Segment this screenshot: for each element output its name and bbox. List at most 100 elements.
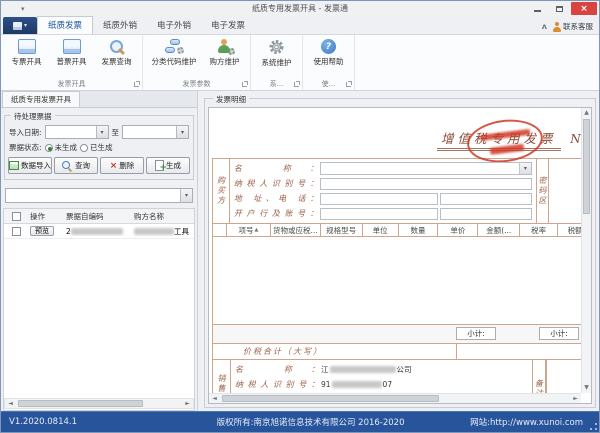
- header-tax-rate[interactable]: 税率: [520, 224, 558, 236]
- buyer-address-input[interactable]: [320, 193, 438, 205]
- row-checkbox[interactable]: [12, 227, 21, 236]
- header-amount[interactable]: 金额(...: [478, 224, 520, 236]
- tab-paper-invoice[interactable]: 纸质发票: [37, 16, 93, 34]
- maximize-button[interactable]: [549, 2, 570, 15]
- header-spec[interactable]: 规格型号: [321, 224, 363, 236]
- invoice-detail-groupbox: 发票明细 增值税专用发票 No 购买方: [204, 98, 596, 408]
- version-label: V1.2020.0814.1: [1, 417, 151, 427]
- redacted-text: [330, 366, 396, 373]
- chevron-down-icon: ▾: [24, 22, 27, 29]
- seller-name-value: 江公司: [321, 364, 412, 375]
- dialog-launcher-icon[interactable]: [294, 82, 299, 87]
- buyer-taxid-input[interactable]: [320, 178, 532, 190]
- close-button[interactable]: ×: [571, 2, 597, 15]
- scroll-down-icon[interactable]: ▼: [582, 383, 591, 393]
- invoice-horizontal-scrollbar[interactable]: ◄ ►: [209, 393, 581, 403]
- buyer-maintenance-button[interactable]: 购方维护: [202, 37, 247, 77]
- select-all-checkbox[interactable]: [12, 212, 21, 221]
- dialog-launcher-icon[interactable]: [242, 82, 247, 87]
- total-in-words-label: 价税合计（大写）: [243, 346, 323, 357]
- header-buyer-name[interactable]: 购方名称: [132, 211, 194, 222]
- category-code-maintenance-button[interactable]: 分类代码维护: [146, 37, 202, 77]
- header-item-no[interactable]: 项号▲: [227, 224, 271, 236]
- ribbon-group-system: 系统维护 系...: [251, 35, 303, 90]
- person-icon: [553, 22, 561, 32]
- radio-generated[interactable]: 已生成: [80, 142, 113, 153]
- minimize-button[interactable]: [527, 2, 548, 15]
- total-row: 价税合计（大写）: [212, 344, 592, 360]
- help-button[interactable]: ? 使用帮助: [306, 37, 351, 77]
- app-window: ▾ 纸质专用发票开具 - 发票通 × ▾ 纸质发票 纸质外销 电子外销 电子发票…: [0, 0, 600, 433]
- contact-support-button[interactable]: 联系客服: [553, 21, 593, 32]
- app-menu-button[interactable]: ▾: [3, 17, 37, 34]
- scrollbar-track[interactable]: [16, 399, 182, 408]
- subtotal-row: 小计: 小计:: [212, 325, 592, 344]
- ordinary-invoice-issue-button[interactable]: 普票开具: [49, 37, 94, 77]
- scrollbar-track[interactable]: [582, 118, 591, 383]
- tab-paper-special-invoice-issue[interactable]: 纸质专用发票开具: [2, 91, 80, 107]
- header-ticket-code[interactable]: 票据自编码: [64, 211, 132, 222]
- special-invoice-issue-button[interactable]: 专票开具: [4, 37, 49, 77]
- flowchart-icon: [164, 39, 184, 54]
- generate-button[interactable]: + 生成: [146, 157, 190, 174]
- header-action[interactable]: 操作: [28, 211, 64, 222]
- preview-button[interactable]: 预览: [30, 226, 54, 236]
- invoice-query-button[interactable]: 发票查询: [94, 37, 139, 77]
- chevron-down-icon[interactable]: ▾: [96, 126, 108, 138]
- dialog-launcher-icon[interactable]: [346, 82, 351, 87]
- items-table-header: 项号▲ 货物或应税... 规格型号 单位 数量 单价 金额(... 税率 税额: [212, 224, 592, 237]
- chevron-down-icon[interactable]: ▾: [519, 163, 531, 174]
- buyer-address-label: 地 址、电 话：: [234, 193, 318, 204]
- mini-gear-icon: [228, 48, 235, 55]
- buyer-account-input[interactable]: [440, 208, 532, 220]
- tab-electronic-export[interactable]: 电子外销: [147, 17, 201, 34]
- header-goods[interactable]: 货物或应税...: [271, 224, 321, 236]
- scrollbar-thumb[interactable]: [18, 400, 143, 407]
- import-date-to-select[interactable]: ▾: [122, 125, 189, 139]
- buyer-name-label: 名 称：: [234, 163, 318, 174]
- items-table-body[interactable]: [212, 237, 592, 325]
- scrollbar-thumb[interactable]: [222, 395, 439, 402]
- tab-paper-export[interactable]: 纸质外销: [93, 17, 147, 34]
- scroll-left-icon[interactable]: ◄: [5, 400, 16, 407]
- filter-combobox[interactable]: ▾: [5, 188, 193, 203]
- invoice-preview-viewport[interactable]: 增值税专用发票 No 购买方 名 称： ▾: [208, 107, 592, 404]
- magnifier-icon: [108, 39, 126, 54]
- resize-grip[interactable]: [590, 423, 597, 430]
- document-icon: [18, 39, 36, 54]
- buyer-bank-input[interactable]: [320, 208, 438, 220]
- scroll-right-icon[interactable]: ►: [570, 395, 581, 402]
- table-row[interactable]: 预览 2 工具: [4, 224, 194, 239]
- dialog-launcher-icon[interactable]: [134, 82, 139, 87]
- radio-icon: [80, 144, 88, 152]
- window-controls: ×: [527, 2, 597, 15]
- radio-not-generated[interactable]: 未生成: [45, 142, 78, 153]
- header-unit[interactable]: 单位: [363, 224, 399, 236]
- buyer-bank-label: 开户行及账号：: [234, 208, 318, 219]
- data-import-button[interactable]: 数据导入: [8, 157, 52, 174]
- invoice-vertical-scrollbar[interactable]: ▲ ▼: [581, 108, 591, 393]
- buyer-phone-input[interactable]: [440, 193, 532, 205]
- website-link[interactable]: 网站:http://www.xunoi.com: [470, 416, 599, 428]
- scrollbar-thumb[interactable]: [583, 119, 590, 214]
- scroll-left-icon[interactable]: ◄: [209, 395, 220, 402]
- header-unit-price[interactable]: 单价: [438, 224, 478, 236]
- tab-electronic-invoice[interactable]: 电子发票: [201, 17, 255, 34]
- chevron-down-icon[interactable]: ▾: [176, 126, 188, 138]
- groupbox-title: 待处理票据: [11, 111, 55, 122]
- scroll-up-icon[interactable]: ▲: [582, 108, 591, 118]
- ribbon-collapse-icon[interactable]: ᴧ: [542, 22, 547, 31]
- delete-button[interactable]: × 删除: [100, 157, 144, 174]
- group-caption: 使...: [322, 79, 336, 89]
- chevron-down-icon[interactable]: ▾: [180, 189, 192, 202]
- system-maintenance-button[interactable]: 系统维护: [254, 37, 299, 77]
- header-quantity[interactable]: 数量: [399, 224, 439, 236]
- left-horizontal-scrollbar[interactable]: ◄ ►: [4, 398, 194, 409]
- scroll-right-icon[interactable]: ►: [182, 400, 193, 407]
- import-date-from-select[interactable]: ▾: [45, 125, 109, 139]
- buyer-name-combobox[interactable]: ▾: [320, 162, 532, 175]
- button-label: 购方维护: [210, 56, 240, 67]
- password-area-label: 密码区: [537, 176, 548, 206]
- scrollbar-track[interactable]: [220, 394, 570, 403]
- query-button[interactable]: 查询: [54, 157, 98, 174]
